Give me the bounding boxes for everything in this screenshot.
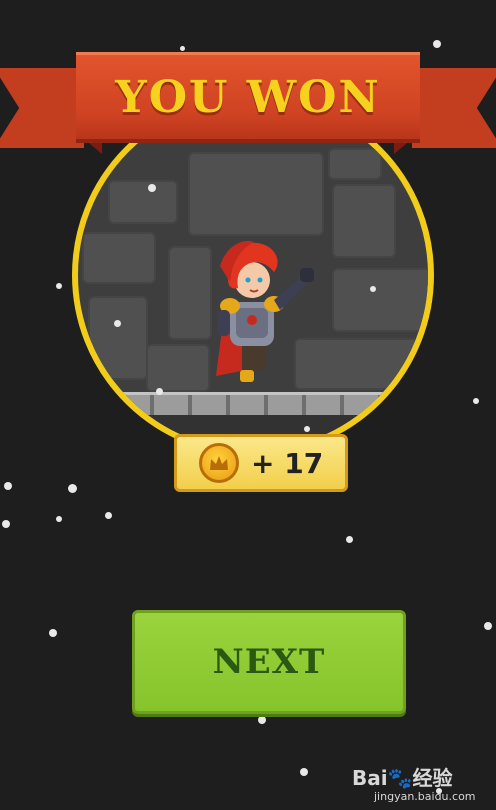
- banner-title: YOU WON: [115, 71, 381, 123]
- coin-icon: [199, 443, 239, 483]
- watermark: Bai🐾经验 jingyan.baidu.com: [352, 762, 492, 806]
- coin-reward: + 17: [174, 434, 348, 492]
- result-banner: YOU WON: [76, 52, 420, 139]
- next-button-label: NEXT: [212, 642, 326, 682]
- watermark-url: jingyan.baidu.com: [374, 790, 476, 803]
- watermark-brand: Bai🐾经验: [352, 766, 453, 790]
- ribbon-right: [412, 68, 496, 148]
- level-scene: [72, 94, 434, 456]
- reward-amount: + 17: [251, 446, 324, 480]
- ribbon-left: [0, 68, 84, 148]
- next-button[interactable]: NEXT: [132, 610, 406, 714]
- hero-character: [216, 241, 314, 382]
